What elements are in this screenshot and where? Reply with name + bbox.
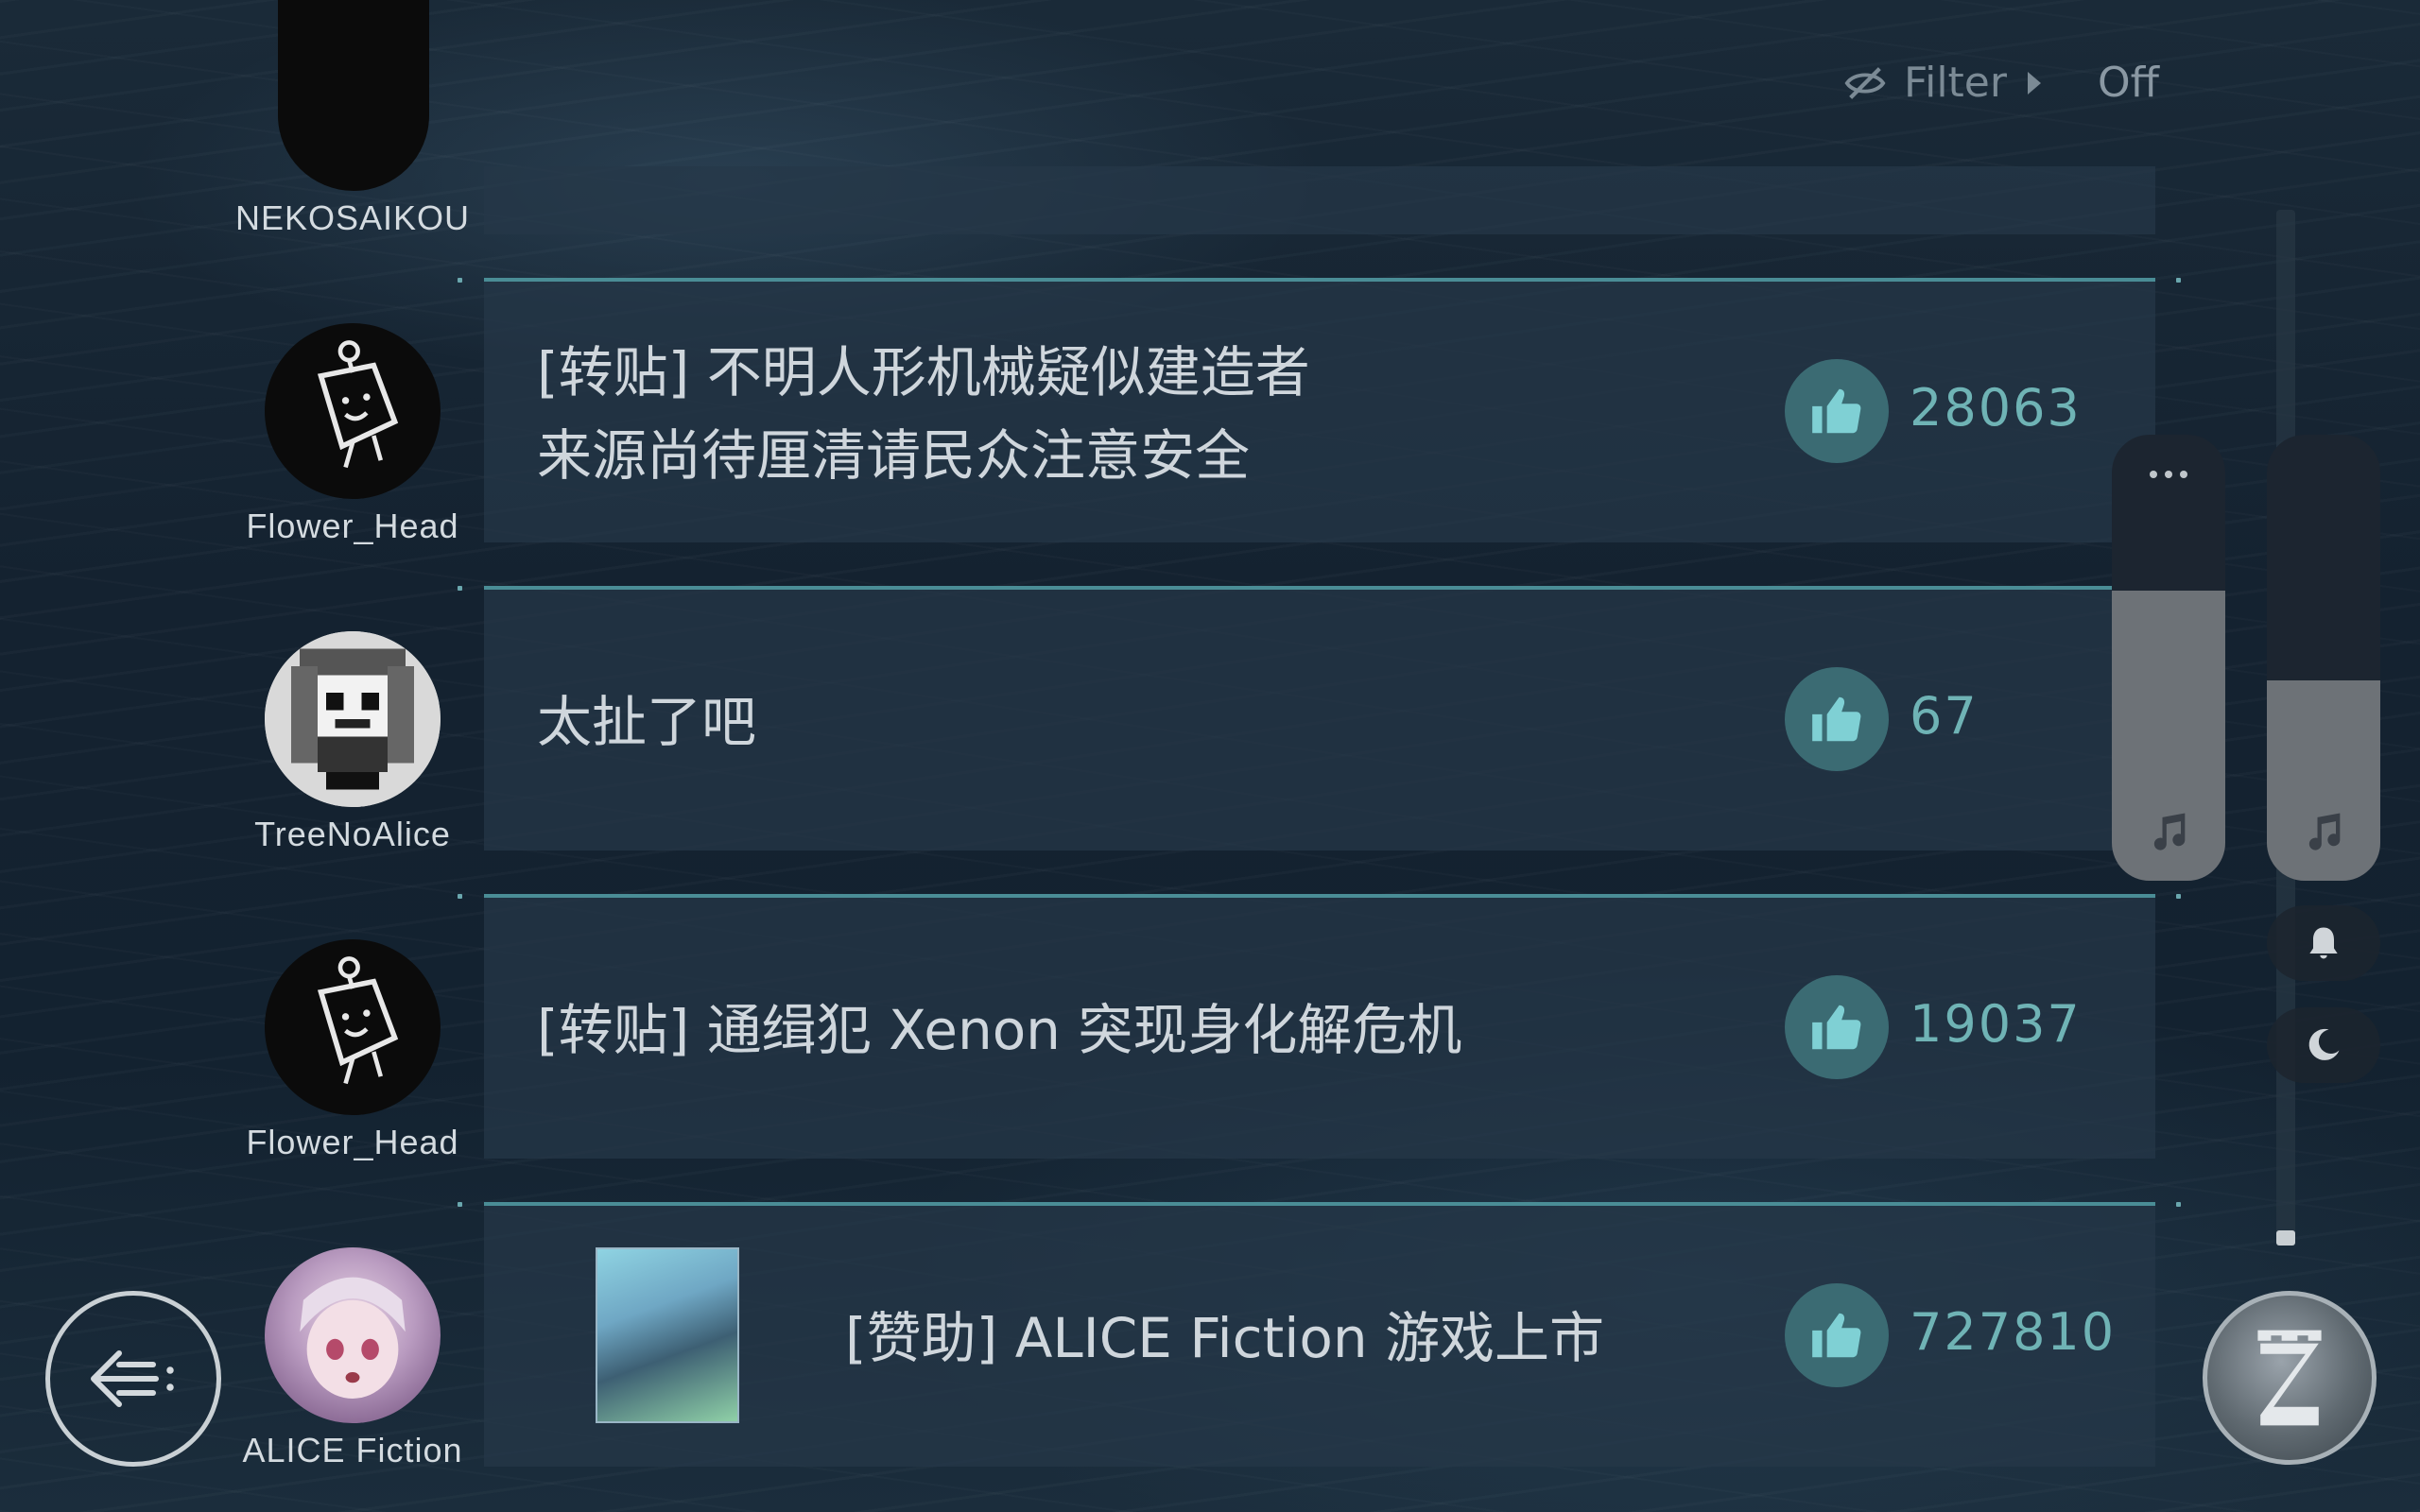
- post-thumbnail-image[interactable]: [596, 1247, 739, 1423]
- thumbs-up-icon: [1812, 1005, 1861, 1050]
- post-text-line: [转贴] 通缉犯 Xenon 突现身化解危机: [537, 998, 1462, 1062]
- divider-dot: [458, 278, 462, 283]
- post-text: 太扯了吧: [537, 680, 756, 764]
- divider-dot: [458, 1202, 462, 1207]
- back-arrow-icon: [91, 1350, 174, 1407]
- bell-icon: [2309, 927, 2338, 959]
- effects-volume-slider[interactable]: [2267, 435, 2380, 881]
- avatar[interactable]: [265, 939, 441, 1115]
- filter-state: Off: [2097, 59, 2159, 107]
- anime-girl-avatar-icon: [300, 1277, 406, 1399]
- divider-dot: [458, 894, 462, 899]
- thumbs-up-icon: [1812, 696, 1861, 742]
- like-count: 67: [1910, 686, 1979, 746]
- doodle-avatar-icon: [317, 340, 399, 469]
- like-button[interactable]: [1785, 667, 1889, 771]
- like-count: 19037: [1910, 994, 2082, 1054]
- divider-dot: [2176, 1202, 2181, 1207]
- scrollbar-thumb[interactable]: [2276, 1230, 2295, 1246]
- thumbs-up-icon: [1812, 388, 1861, 434]
- like-button[interactable]: [1785, 975, 1889, 1079]
- back-button[interactable]: [45, 1291, 221, 1467]
- post-text-line: [赞助] ALICE Fiction 游戏上市: [845, 1306, 1605, 1370]
- username[interactable]: Flower_Head: [217, 507, 488, 546]
- avatar[interactable]: [265, 631, 441, 807]
- music-note-icon: [2153, 813, 2186, 850]
- username[interactable]: Flower_Head: [217, 1123, 488, 1162]
- music-volume-slider[interactable]: [2112, 435, 2225, 881]
- post-text-line: [转贴] 不明人形机械疑似建造者: [537, 340, 1310, 404]
- like-button[interactable]: [1785, 359, 1889, 463]
- moon-icon: [2308, 1028, 2340, 1060]
- like-count: 727810: [1910, 1302, 2117, 1362]
- app-logo-button[interactable]: [2203, 1291, 2377, 1465]
- divider-dot: [458, 586, 462, 591]
- doodle-avatar-icon: [317, 956, 399, 1085]
- username[interactable]: NEKOSAIKOU: [217, 198, 488, 238]
- thumbs-up-icon: [1812, 1313, 1861, 1358]
- post-text-line: 太扯了吧: [537, 690, 757, 754]
- avatar[interactable]: [278, 0, 429, 191]
- like-count: 28063: [1910, 378, 2082, 438]
- username[interactable]: TreeNoAlice: [217, 815, 488, 854]
- tower-logo-icon: [2257, 1330, 2322, 1426]
- post-text: [转贴] 通缉犯 Xenon 突现身化解危机: [537, 988, 1461, 1072]
- avatar[interactable]: [265, 1247, 441, 1423]
- divider-dot: [2176, 894, 2181, 899]
- avatar[interactable]: [265, 323, 441, 499]
- music-note-icon: [2308, 813, 2341, 850]
- filter-label: Filter: [1904, 59, 2007, 107]
- night-mode-button[interactable]: [2267, 1007, 2380, 1083]
- hidden-eye-icon: [1844, 66, 1886, 99]
- filter-toggle[interactable]: Filter Off: [1843, 59, 2159, 107]
- post-text: [转贴] 不明人形机械疑似建造者 来源尚待厘清请民众注意安全: [537, 331, 1310, 497]
- post-text: [赞助] ALICE Fiction 游戏上市: [845, 1297, 1604, 1380]
- notification-button[interactable]: [2267, 905, 2380, 981]
- more-options-icon[interactable]: [2148, 469, 2189, 480]
- triangle-right-icon: [2027, 71, 2041, 94]
- username[interactable]: ALICE Fiction: [217, 1431, 488, 1470]
- post-text-line: 来源尚待厘清请民众注意安全: [537, 423, 1251, 488]
- like-button[interactable]: [1785, 1283, 1889, 1387]
- pixel-girl-avatar-icon: [265, 631, 441, 807]
- post-card[interactable]: [484, 166, 2155, 234]
- divider-dot: [2176, 278, 2181, 283]
